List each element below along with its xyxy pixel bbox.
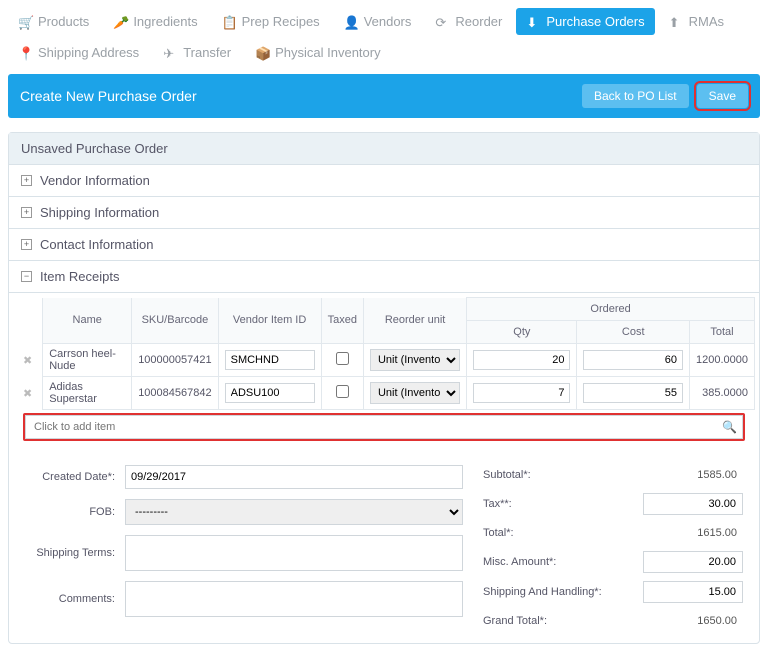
box-icon: 📦 — [255, 46, 269, 60]
subtotal-label: Subtotal*: — [483, 469, 531, 481]
expand-icon: + — [21, 239, 32, 250]
qty-input[interactable] — [473, 383, 570, 403]
delete-row-icon[interactable]: ✖ — [19, 388, 36, 400]
transfer-icon: ✈ — [163, 46, 177, 60]
items-table-wrap: Name SKU/Barcode Vendor Item ID Taxed Re… — [9, 293, 759, 451]
fob-select[interactable]: --------- — [125, 499, 463, 525]
download-icon: ⬇ — [526, 15, 540, 29]
note-icon: 📋 — [222, 15, 236, 29]
created-date-label: Created Date*: — [25, 471, 125, 483]
carrot-icon: 🥕 — [113, 15, 127, 29]
vendor-item-input[interactable] — [225, 350, 315, 370]
shipping-handling-label: Shipping And Handling*: — [483, 586, 602, 598]
total-label: Total*: — [483, 527, 514, 539]
search-icon: 🔍 — [722, 420, 737, 434]
qty-input[interactable] — [473, 350, 570, 370]
unsaved-header: Unsaved Purchase Order — [9, 133, 759, 165]
tab-transfer[interactable]: ✈Transfer — [153, 39, 241, 66]
po-panel: Unsaved Purchase Order +Vendor Informati… — [8, 132, 760, 644]
cart-icon: 🛒 — [18, 15, 32, 29]
tab-rmas[interactable]: ⬆RMAs — [659, 8, 734, 35]
page-header: Create New Purchase Order Back to PO Lis… — [8, 74, 760, 118]
tab-ingredients[interactable]: 🥕Ingredients — [103, 8, 207, 35]
total-value: 1615.00 — [643, 523, 743, 543]
misc-input[interactable] — [643, 551, 743, 573]
comments-input[interactable] — [125, 581, 463, 617]
tab-purchase-orders[interactable]: ⬇Purchase Orders — [516, 8, 654, 35]
acc-shipping-info[interactable]: +Shipping Information — [9, 197, 759, 229]
tab-vendors[interactable]: 👤Vendors — [334, 8, 422, 35]
collapse-icon: − — [21, 271, 32, 282]
created-date-input[interactable] — [125, 465, 463, 489]
col-qty: Qty — [467, 321, 577, 344]
save-button[interactable]: Save — [697, 84, 748, 108]
col-sku: SKU/Barcode — [132, 298, 218, 344]
expand-icon: + — [21, 207, 32, 218]
col-vendor-item: Vendor Item ID — [218, 298, 321, 344]
upload-icon: ⬆ — [669, 15, 683, 29]
po-footer: Created Date*: FOB:--------- Shipping Te… — [9, 451, 759, 643]
fob-label: FOB: — [25, 506, 125, 518]
grand-total-value: 1650.00 — [643, 611, 743, 631]
top-nav: 🛒Products 🥕Ingredients 📋Prep Recipes 👤Ve… — [8, 8, 760, 66]
items-table: Name SKU/Barcode Vendor Item ID Taxed Re… — [13, 297, 755, 410]
col-name: Name — [43, 298, 132, 344]
tab-prep-recipes[interactable]: 📋Prep Recipes — [212, 8, 330, 35]
cost-input[interactable] — [583, 383, 683, 403]
tax-input[interactable] — [643, 493, 743, 515]
table-row: ✖ Carrson heel- Nude 100000057421 Unit (… — [13, 344, 755, 377]
refresh-icon: ⟳ — [435, 15, 449, 29]
col-cost: Cost — [577, 321, 690, 344]
tax-label: Tax**: — [483, 498, 512, 510]
add-item-box: 🔍 — [23, 413, 745, 441]
cost-input[interactable] — [583, 350, 683, 370]
tab-products[interactable]: 🛒Products — [8, 8, 99, 35]
acc-vendor-info[interactable]: +Vendor Information — [9, 165, 759, 197]
reorder-unit-select[interactable]: Unit (Inventory Unit) — [370, 382, 460, 404]
grand-total-label: Grand Total*: — [483, 615, 547, 627]
col-ordered-group: Ordered — [467, 298, 755, 321]
col-total: Total — [689, 321, 754, 344]
page-title: Create New Purchase Order — [20, 88, 197, 104]
shipping-handling-input[interactable] — [643, 581, 743, 603]
tab-reorder[interactable]: ⟳Reorder — [425, 8, 512, 35]
pin-icon: 📍 — [18, 46, 32, 60]
shipping-terms-label: Shipping Terms: — [25, 547, 125, 559]
col-reorder: Reorder unit — [363, 298, 466, 344]
misc-label: Misc. Amount*: — [483, 556, 556, 568]
taxed-checkbox[interactable] — [336, 352, 349, 365]
tab-shipping-address[interactable]: 📍Shipping Address — [8, 39, 149, 66]
reorder-unit-select[interactable]: Unit (Inventory Unit) — [370, 349, 460, 371]
col-taxed: Taxed — [321, 298, 363, 344]
expand-icon: + — [21, 175, 32, 186]
delete-row-icon[interactable]: ✖ — [19, 355, 36, 367]
comments-label: Comments: — [25, 593, 125, 605]
acc-contact-info[interactable]: +Contact Information — [9, 229, 759, 261]
tab-physical-inventory[interactable]: 📦Physical Inventory — [245, 39, 391, 66]
table-row: ✖ Adidas Superstar 100084567842 Unit (In… — [13, 377, 755, 410]
acc-item-receipts[interactable]: −Item Receipts — [9, 261, 759, 293]
person-icon: 👤 — [344, 15, 358, 29]
back-to-po-list-button[interactable]: Back to PO List — [582, 84, 689, 108]
subtotal-value: 1585.00 — [643, 465, 743, 485]
add-item-input[interactable] — [25, 415, 743, 439]
vendor-item-input[interactable] — [225, 383, 315, 403]
header-actions: Back to PO List Save — [582, 84, 748, 108]
taxed-checkbox[interactable] — [336, 385, 349, 398]
